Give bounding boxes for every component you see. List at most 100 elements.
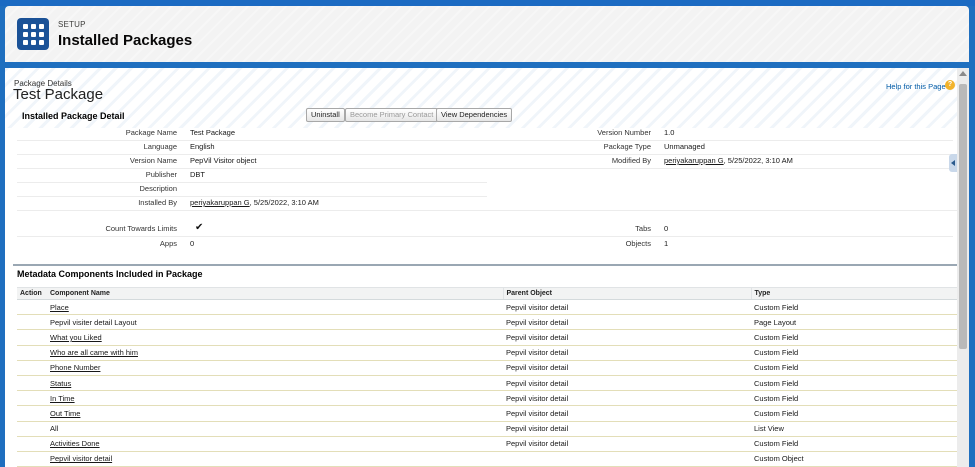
row-action-cell [17,299,47,316]
package-name-label: Package Name [125,128,177,137]
parent-object-cell: Pepvil visitor detail [503,436,751,452]
table-row: Place Pepvil visitor detail Custom Field [17,299,964,316]
installed-by-user-link[interactable]: periyakaruppan G [190,198,250,207]
modified-by-label: Modified By [611,156,651,165]
row-action-cell [17,405,47,422]
divider [17,154,487,155]
table-row: Out Time Pepvil visitor detail Custom Fiel… [17,405,964,422]
divider [487,140,953,141]
divider [17,140,487,141]
package-type-value: Unmanaged [664,142,705,151]
component-name-link[interactable]: Who are all came with him [50,348,138,357]
apps-value: 0 [190,239,195,248]
parent-object-cell: Pepvil visitor detail [503,421,751,437]
component-name-cell: Place [47,299,503,316]
type-cell: Custom Field [751,436,964,452]
version-name-label: Version Name [129,156,177,165]
setup-grid-icon [17,18,49,50]
scrollbar-thumb[interactable] [959,84,967,349]
divider [17,210,967,211]
type-cell: List View [751,421,964,437]
type-cell: Custom Field [751,299,964,316]
help-link[interactable]: Help for this Page [886,82,946,91]
parent-object-cell: Pepvil visitor detail [503,345,751,361]
component-name-cell: Pepvil visiter detail Layout [47,314,503,331]
section-divider [13,264,964,266]
sidebar-collapse-tab[interactable] [949,154,957,172]
row-action-cell [17,314,47,331]
parent-object-cell: Pepvil visitor detail [503,360,751,376]
component-name-link[interactable]: What you Liked [50,333,102,342]
row-action-cell [17,390,47,407]
section-title-metadata: Metadata Components Included in Package [17,269,203,279]
question-icon[interactable]: ? [945,80,955,90]
row-action-cell [17,360,47,376]
tabs-label: Tabs [635,224,651,233]
installed-by-date: , 5/25/2022, 3:10 AM [249,198,319,207]
modified-by-user-link[interactable]: periyakaruppan G [664,156,724,165]
parent-object-cell [503,451,751,467]
vertical-scrollbar[interactable] [957,68,969,467]
divider [487,168,953,169]
component-name-text: All [50,424,59,434]
view-dependencies-button[interactable]: View Dependencies [436,108,513,122]
column-header-action: Action [17,287,47,300]
component-name-cell: Out Time [47,405,503,422]
component-name-link[interactable]: Phone Number [50,363,100,372]
divider [17,196,487,197]
version-name-value: PepVil Visitor object [190,156,257,165]
component-name-cell: Phone Number [47,360,503,376]
parent-object-cell: Pepvil visitor detail [503,299,751,316]
component-name-link[interactable]: Out Time [50,409,80,418]
type-cell: Page Layout [751,314,964,331]
objects-label: Objects [625,239,651,248]
component-name-cell: Pepvil visitor detail [47,451,503,467]
installed-by-value: periyakaruppan G, 5/25/2022, 3:10 AM [190,198,319,207]
modified-by-date: , 5/25/2022, 3:10 AM [723,156,793,165]
parent-object-cell: Pepvil visitor detail [503,375,751,392]
language-value: English [190,142,215,151]
main-content: Package Details Test Package Help for th… [5,68,969,467]
objects-value: 1 [664,239,669,248]
component-name-link[interactable]: Place [50,303,69,312]
column-header-component-name[interactable]: Component Name [47,287,503,300]
modified-by-value: periyakaruppan G, 5/25/2022, 3:10 AM [664,156,793,165]
count-towards-limits-label: Count Towards Limits [105,224,177,233]
component-name-link[interactable]: Pepvil visitor detail [50,454,112,463]
component-name-cell: All [47,421,503,437]
divider [487,236,953,237]
component-name-text: Pepvil visiter detail Layout [50,317,137,327]
table-header-row: Action Component Name Parent Object Type [17,287,964,300]
table-row: What you Liked Pepvil visitor detail Custo… [17,329,964,346]
parent-object-cell: Pepvil visitor detail [503,314,751,331]
type-cell: Custom Field [751,405,964,422]
table-row: In Time Pepvil visitor detail Custom Field [17,390,964,407]
row-action-cell [17,421,47,437]
component-name-link[interactable]: Status [50,379,71,388]
component-name-link[interactable]: Activities Done [50,439,100,448]
component-name-cell: Status [47,375,503,392]
parent-object-cell: Pepvil visitor detail [503,390,751,407]
table-row: Who are all came with him Pepvil visitor … [17,345,964,361]
column-header-type[interactable]: Type [750,287,964,300]
scroll-up-icon[interactable] [959,71,967,76]
metadata-table: Action Component Name Parent Object Type… [17,287,964,467]
type-cell: Custom Field [751,360,964,376]
setup-label: SETUP [58,20,86,29]
type-cell: Custom Field [751,345,964,361]
publisher-label: Publisher [145,170,177,179]
language-label: Language [143,142,177,151]
become-primary-contact-button[interactable]: Become Primary Contact [345,108,439,122]
type-cell: Custom Field [751,375,964,392]
divider [17,236,487,237]
uninstall-button[interactable]: Uninstall [306,108,345,122]
column-header-parent-object[interactable]: Parent Object [502,287,751,300]
checkmark-icon: ✔ [195,222,204,233]
type-cell: Custom Object [751,451,964,467]
component-name-cell: Who are all came with him [47,345,503,361]
type-cell: Custom Field [751,390,964,407]
table-row: All Pepvil visitor detail List View [17,421,964,437]
package-name-value: Test Package [190,128,236,137]
component-name-link[interactable]: In Time [50,394,75,403]
row-action-cell [17,329,47,346]
